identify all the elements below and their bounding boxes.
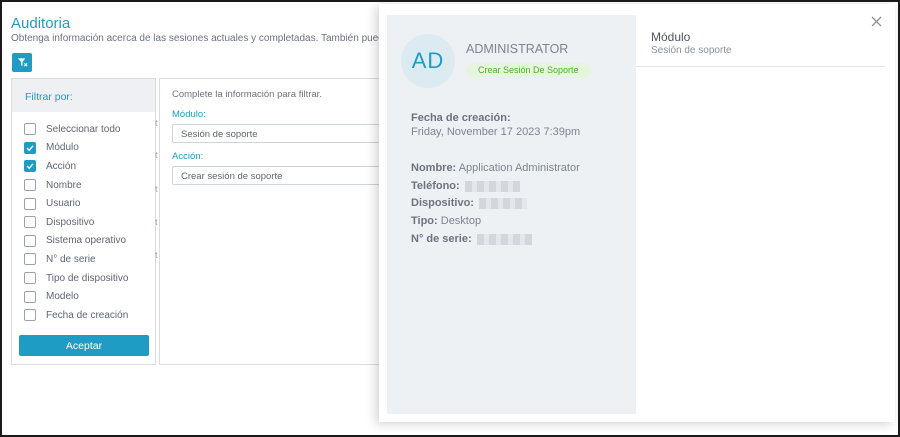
form-hint: Complete la información para filtrar. (172, 89, 322, 100)
filter-item[interactable]: Acción (12, 157, 155, 176)
filter-checkbox[interactable] (24, 141, 36, 154)
modulo-field[interactable]: Sesión de soporte (172, 124, 397, 143)
filter-item[interactable]: Módulo (12, 139, 155, 158)
filter-item-label: Sistema operativo (46, 235, 127, 247)
redacted-telefono (464, 180, 520, 192)
tipo-value: Desktop (440, 215, 482, 227)
telefono-label: Teléfono: (411, 180, 460, 192)
truncated-glyph: t (155, 150, 158, 160)
filter-list: Seleccionar todo Módulo Acción Nombre Usuari… (12, 112, 155, 325)
filter-checkbox[interactable] (24, 234, 36, 247)
accion-field[interactable]: Crear sesión de soporte (172, 166, 397, 185)
action-badge: Crear Sesión De Soporte (466, 63, 591, 78)
nombre-row: Nombre: Application Administrator (411, 162, 580, 174)
filter-checkbox[interactable] (24, 216, 36, 229)
tipo-row: Tipo: Desktop (411, 215, 481, 227)
tipo-label: Tipo: (411, 215, 438, 227)
truncated-glyph: t (155, 184, 158, 194)
filter-item[interactable]: Seleccionar todo (12, 120, 155, 139)
serie-row: N° de serie: (411, 233, 532, 245)
filter-form-panel: Complete la información para filtrar. Mó… (159, 78, 399, 365)
close-icon (871, 16, 881, 26)
filter-item-label: Usuario (46, 198, 81, 210)
page-title: Auditoria (11, 15, 71, 32)
filter-item-label: Módulo (46, 142, 79, 154)
filter-item[interactable]: Sistema operativo (12, 232, 155, 251)
modulo-label: Módulo: (172, 109, 206, 120)
accept-button[interactable]: Aceptar (19, 335, 149, 356)
truncated-glyph: t (155, 250, 158, 260)
filter-icon (17, 58, 27, 67)
redacted-dispositivo (479, 197, 528, 209)
filter-checkbox[interactable] (24, 290, 36, 303)
filter-item[interactable]: Usuario (12, 194, 155, 213)
filter-item[interactable]: Tipo de dispositivo (12, 269, 155, 288)
filter-checkbox[interactable] (24, 253, 36, 266)
created-label: Fecha de creación: (411, 112, 511, 124)
filter-item[interactable]: Modelo (12, 287, 155, 306)
accion-label: Acción: (172, 151, 204, 162)
filter-item-label: Modelo (46, 291, 79, 303)
detail-subtitle: Sesión de soporte (651, 45, 732, 56)
user-card: AD ADMINISTRATOR Crear Sesión De Soporte… (387, 15, 636, 414)
filter-item[interactable]: Nombre (12, 176, 155, 195)
serie-label: N° de serie: (411, 233, 472, 245)
filter-item[interactable]: Fecha de creación (12, 306, 155, 325)
filter-item-label: N° de serie (46, 253, 96, 265)
nombre-value: Application Administrator (458, 162, 580, 174)
filter-item-label: Fecha de creación (46, 309, 129, 321)
filter-header: Filtrar por: (12, 79, 155, 112)
filter-checkbox[interactable] (24, 160, 36, 173)
filter-item-label: Dispositivo (46, 216, 95, 228)
detail-divider (636, 66, 885, 67)
check-icon (26, 145, 34, 152)
filter-checkbox[interactable] (24, 272, 36, 285)
filter-checkbox[interactable] (24, 123, 36, 136)
filter-checkbox[interactable] (24, 197, 36, 210)
user-title: ADMINISTRATOR (466, 42, 569, 56)
filter-panel: Filtrar por: Seleccionar todo Módulo Acció… (11, 78, 156, 365)
close-button[interactable] (869, 14, 883, 28)
telefono-row: Teléfono: (411, 180, 520, 192)
dispositivo-row: Dispositivo: (411, 197, 528, 209)
filter-item-label: Seleccionar todo (46, 123, 121, 135)
filter-checkbox[interactable] (24, 309, 36, 322)
filter-item-label: Nombre (46, 179, 82, 191)
truncated-glyph: t (155, 118, 158, 128)
check-icon (26, 163, 34, 170)
filter-item-label: Acción (46, 160, 77, 172)
filter-button[interactable] (12, 53, 32, 72)
truncated-glyph: t (155, 217, 158, 227)
created-value: Friday, November 17 2023 7:39pm (411, 126, 581, 138)
filter-checkbox[interactable] (24, 179, 36, 192)
nombre-label: Nombre: (411, 162, 457, 174)
detail-title: Módulo (651, 30, 691, 44)
avatar: AD (401, 34, 455, 88)
filter-item-label: Tipo de dispositivo (46, 272, 129, 284)
page-subtitle: Obtenga información acerca de las sesion… (11, 33, 398, 44)
dispositivo-label: Dispositivo: (411, 197, 474, 209)
redacted-serie (476, 233, 532, 245)
detail-drawer: AD ADMINISTRATOR Crear Sesión De Soporte… (379, 4, 895, 422)
filter-item[interactable]: N° de serie (12, 250, 155, 269)
filter-item[interactable]: Dispositivo (12, 213, 155, 232)
